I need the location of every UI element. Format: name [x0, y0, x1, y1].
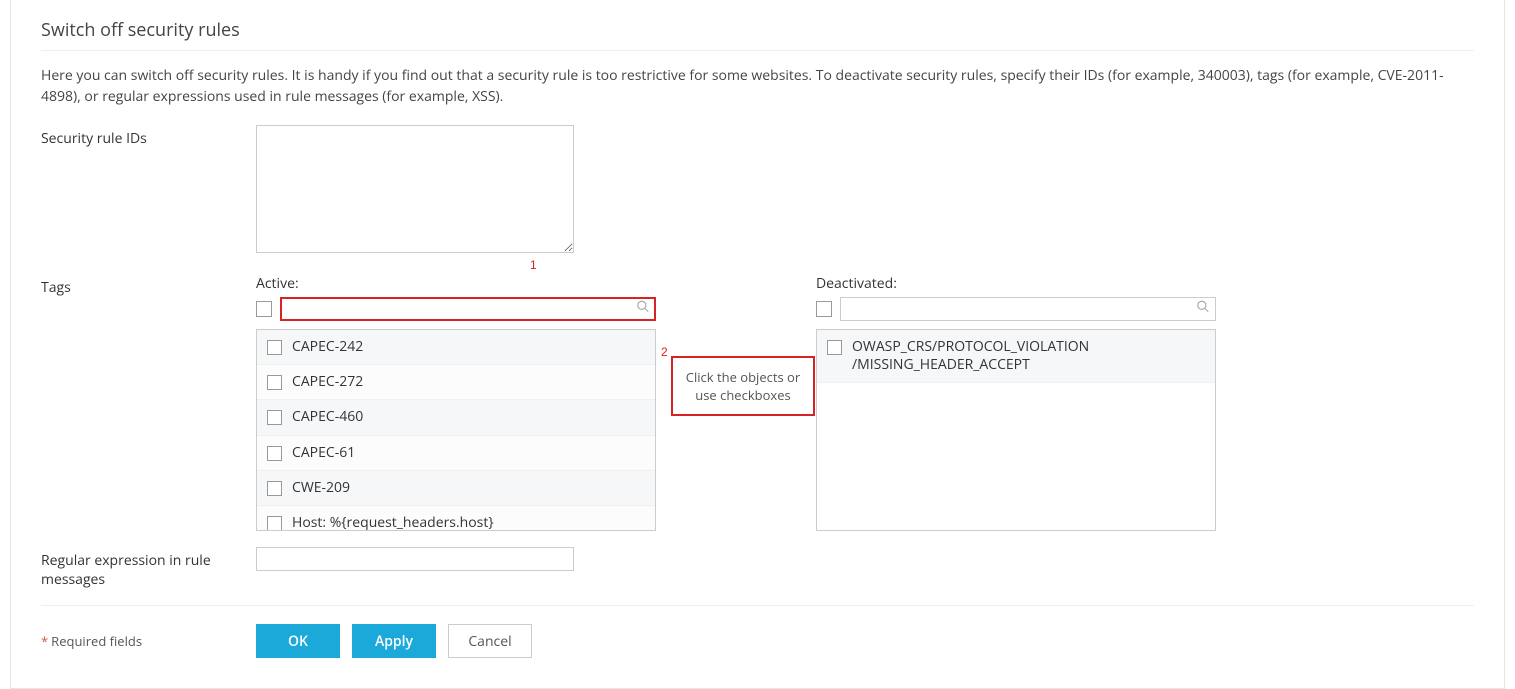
tags-deactivated-column: Deactivated:: [816, 274, 1216, 531]
rule-ids-label: Security rule IDs: [41, 125, 256, 148]
item-checkbox[interactable]: [267, 446, 282, 461]
tags-active-label: Active:: [256, 274, 656, 293]
item-label: CWE-209: [292, 479, 645, 497]
item-label: CAPEC-242: [292, 338, 645, 356]
regex-label: Regular expression in rule messages: [41, 547, 256, 589]
row-tags: Tags 1 2 Active:: [41, 274, 1474, 531]
ok-button[interactable]: OK: [256, 624, 340, 658]
item-checkbox[interactable]: [267, 340, 282, 355]
deactivated-select-all-checkbox[interactable]: [816, 301, 832, 317]
regex-input[interactable]: [256, 547, 574, 571]
list-item[interactable]: OWASP_CRS/PROTOCOL_VIOLATION /MISSING_HE…: [817, 330, 1215, 383]
list-item[interactable]: CAPEC-242: [257, 330, 655, 365]
item-checkbox[interactable]: [827, 340, 842, 355]
annotation-2: 2: [661, 346, 668, 358]
list-item[interactable]: CWE-209: [257, 471, 655, 506]
item-label: Host: %{request_headers.host}: [292, 514, 645, 531]
deactivated-list[interactable]: OWASP_CRS/PROTOCOL_VIOLATION /MISSING_HE…: [816, 329, 1216, 531]
row-regex: Regular expression in rule messages: [41, 547, 1474, 589]
item-checkbox[interactable]: [267, 516, 282, 531]
tags-label: Tags: [41, 274, 256, 297]
required-star-icon: *: [41, 632, 48, 650]
required-fields-note: *Required fields: [41, 632, 256, 650]
button-row: *Required fields OK Apply Cancel: [41, 605, 1474, 658]
tags-deactivated-label: Deactivated:: [816, 274, 1216, 293]
required-fields-label: Required fields: [51, 632, 142, 650]
item-label: CAPEC-61: [292, 444, 645, 462]
item-label: OWASP_CRS/PROTOCOL_VIOLATION /MISSING_HE…: [852, 338, 1205, 374]
list-item[interactable]: CAPEC-272: [257, 365, 655, 400]
item-label: CAPEC-460: [292, 408, 645, 426]
rule-ids-textarea[interactable]: [256, 125, 574, 253]
item-label: CAPEC-272: [292, 373, 645, 391]
section-title: Switch off security rules: [41, 0, 1474, 51]
annotation-1: 1: [530, 259, 537, 271]
apply-button[interactable]: Apply: [352, 624, 436, 658]
active-list[interactable]: CAPEC-242 CAPEC-272 CAPEC-460: [256, 329, 656, 531]
item-checkbox[interactable]: [267, 410, 282, 425]
tags-active-column: Active:: [256, 274, 656, 531]
list-item[interactable]: CAPEC-460: [257, 400, 655, 435]
tags-container: 1 2 Active:: [256, 274, 1474, 531]
row-rule-ids: Security rule IDs: [41, 125, 1474, 258]
item-checkbox[interactable]: [267, 481, 282, 496]
deactivated-search-input[interactable]: [840, 297, 1216, 321]
hint-callout: Click the objects or use checkboxes: [671, 356, 815, 416]
section-description: Here you can switch off security rules. …: [41, 65, 1474, 107]
item-checkbox[interactable]: [267, 375, 282, 390]
active-select-all-checkbox[interactable]: [256, 301, 272, 317]
cancel-button[interactable]: Cancel: [448, 624, 532, 658]
active-search-input[interactable]: [280, 297, 656, 321]
list-item[interactable]: CAPEC-61: [257, 436, 655, 471]
list-item[interactable]: Host: %{request_headers.host}: [257, 506, 655, 531]
